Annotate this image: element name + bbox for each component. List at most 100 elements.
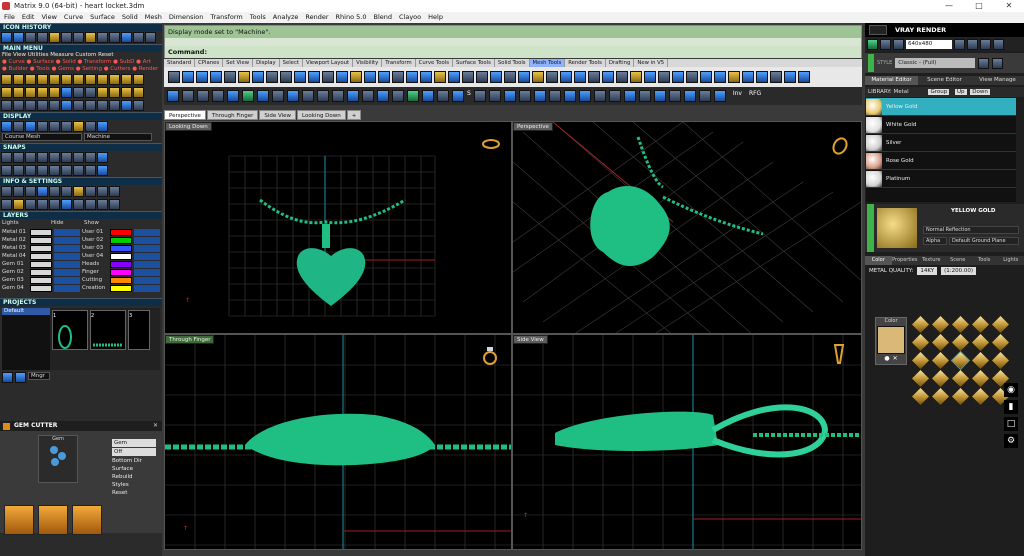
mesh-tool-icon[interactable] [602, 71, 614, 83]
toolbar-icon[interactable] [623, 90, 636, 102]
mesh-tool-icon[interactable] [742, 71, 754, 83]
info-icon[interactable] [37, 186, 48, 197]
toolbar-icon[interactable] [608, 90, 621, 102]
lights-label[interactable]: Lights [2, 220, 48, 226]
viewport-through-finger[interactable]: Through Finger ↑ [164, 334, 512, 550]
tool-icon[interactable] [37, 87, 48, 98]
settings-gear-icon[interactable]: ⚙ [1004, 434, 1018, 448]
fillet-tool-icon[interactable] [109, 74, 120, 85]
menu-item[interactable]: Dimension [169, 12, 204, 23]
metal-preset-tile[interactable] [912, 388, 929, 405]
display-mode-icon[interactable] [61, 121, 72, 132]
mesh-tool-icon[interactable] [378, 71, 390, 83]
mesh-tool-icon[interactable] [252, 71, 264, 83]
menu-item[interactable]: Surface [90, 12, 115, 23]
trim-tool-icon[interactable] [121, 74, 132, 85]
eyedropper-icon[interactable]: ● [884, 355, 889, 362]
mesh-tool-icon[interactable] [728, 71, 740, 83]
offset-tool-icon[interactable] [97, 74, 108, 85]
mesh-tool-icon[interactable] [784, 71, 796, 83]
mesh-tool-icon[interactable] [280, 71, 292, 83]
toolbar-tab[interactable]: Drafting [606, 59, 635, 67]
style-option-icon[interactable] [978, 57, 990, 69]
menu-item[interactable]: Blend [373, 12, 392, 23]
layer-name[interactable]: User 04 [82, 253, 108, 260]
layer-name[interactable]: Finger [82, 269, 108, 276]
material-item[interactable]: Silver [866, 134, 1016, 152]
gem-option[interactable]: Gem [112, 439, 156, 447]
viewport-tab[interactable]: Through Finger [206, 110, 259, 120]
layer-name[interactable]: Metal 01 [2, 229, 28, 236]
show-label[interactable]: Show [84, 220, 99, 226]
window-icon[interactable]: □ [1004, 417, 1018, 431]
mesh-tool-icon[interactable] [434, 71, 446, 83]
metal-preset-tile[interactable] [932, 316, 949, 333]
tool-icon[interactable] [13, 87, 24, 98]
layer-color-swatch[interactable] [30, 237, 52, 244]
info-icon[interactable] [1, 186, 12, 197]
toolbar-icon[interactable] [272, 90, 284, 102]
color-tab[interactable]: Properties [891, 256, 918, 265]
toolbar-icon[interactable] [362, 90, 374, 102]
mesh-tool-icon[interactable] [336, 71, 348, 83]
toolbar-icon[interactable] [653, 90, 666, 102]
snap-icon[interactable] [49, 152, 60, 163]
layer-visibility-icon[interactable] [134, 237, 160, 244]
render-icon[interactable] [867, 38, 878, 50]
mesh-tool-icon[interactable] [406, 71, 418, 83]
layer-color-swatch[interactable] [110, 285, 132, 292]
display-mode-icon[interactable] [37, 121, 48, 132]
layer-visibility-icon[interactable] [54, 245, 80, 252]
layer-name[interactable]: Gem 02 [2, 269, 28, 276]
viewport-looking-down[interactable]: Looking Down ↑ [164, 121, 512, 334]
toolbar-icon[interactable] [713, 90, 726, 102]
layer-color-swatch[interactable] [110, 253, 132, 260]
metal-preset-tile[interactable] [992, 316, 1009, 333]
video-icon[interactable]: ▮ [1004, 400, 1018, 414]
mesh-dropdown[interactable]: Course Mesh [2, 133, 82, 141]
toolbar-icon[interactable] [332, 90, 344, 102]
viewport-tab[interactable]: Looking Down [297, 110, 346, 120]
rectangle-tool-icon[interactable] [37, 74, 48, 85]
color-tab[interactable]: Tools [971, 256, 998, 265]
toolbar-icon[interactable] [683, 90, 696, 102]
menu-item[interactable]: Tools [250, 12, 266, 23]
menu-item[interactable]: Render [305, 12, 328, 23]
metal-preset-tile[interactable] [932, 388, 949, 405]
snap-icon[interactable] [97, 152, 108, 163]
menu-item[interactable]: Transform [210, 12, 242, 23]
history-tool-icon[interactable] [13, 32, 24, 43]
metal-preset-tile[interactable] [932, 334, 949, 351]
top-view-ring-icon[interactable] [481, 136, 501, 152]
tool-icon[interactable] [121, 100, 132, 111]
mesh-tool-icon[interactable] [686, 71, 698, 83]
layer-visibility-icon[interactable] [134, 245, 160, 252]
metal-quality-dropdown[interactable]: 14KY [917, 267, 938, 275]
toolbar-tab[interactable]: Solid Tools [495, 59, 530, 67]
viewport-tab[interactable]: Perspective [164, 110, 206, 120]
color-swatch[interactable] [877, 326, 905, 354]
toolbar-icon[interactable] [347, 90, 359, 102]
mesh-tool-icon[interactable] [658, 71, 670, 83]
toolbar-inv-label[interactable]: Inv [733, 90, 742, 102]
toolbar-tab[interactable]: Curve Tools [416, 59, 453, 67]
layer-visibility-icon[interactable] [54, 269, 80, 276]
command-prompt[interactable]: Command: [165, 46, 861, 58]
toolbar-icon[interactable] [287, 90, 299, 102]
layer-color-swatch[interactable] [110, 277, 132, 284]
info-icon[interactable] [109, 186, 120, 197]
snap-icon[interactable] [85, 165, 96, 176]
mesh-tool-icon[interactable] [238, 71, 250, 83]
mesh-tool-icon[interactable] [798, 71, 810, 83]
tool-icon[interactable] [49, 87, 60, 98]
toolbar-s-label[interactable]: S [467, 90, 471, 102]
tool-icon[interactable] [109, 87, 120, 98]
layer-name[interactable]: Metal 02 [2, 237, 28, 244]
toolbar-tab[interactable]: Display [253, 59, 280, 67]
history-tool-icon[interactable] [49, 32, 60, 43]
add-project-icon[interactable] [2, 372, 13, 383]
menu-item[interactable]: Curve [64, 12, 83, 23]
viewport-perspective[interactable]: Perspective [512, 121, 862, 334]
info-icon[interactable] [61, 199, 72, 210]
info-icon[interactable] [13, 186, 24, 197]
